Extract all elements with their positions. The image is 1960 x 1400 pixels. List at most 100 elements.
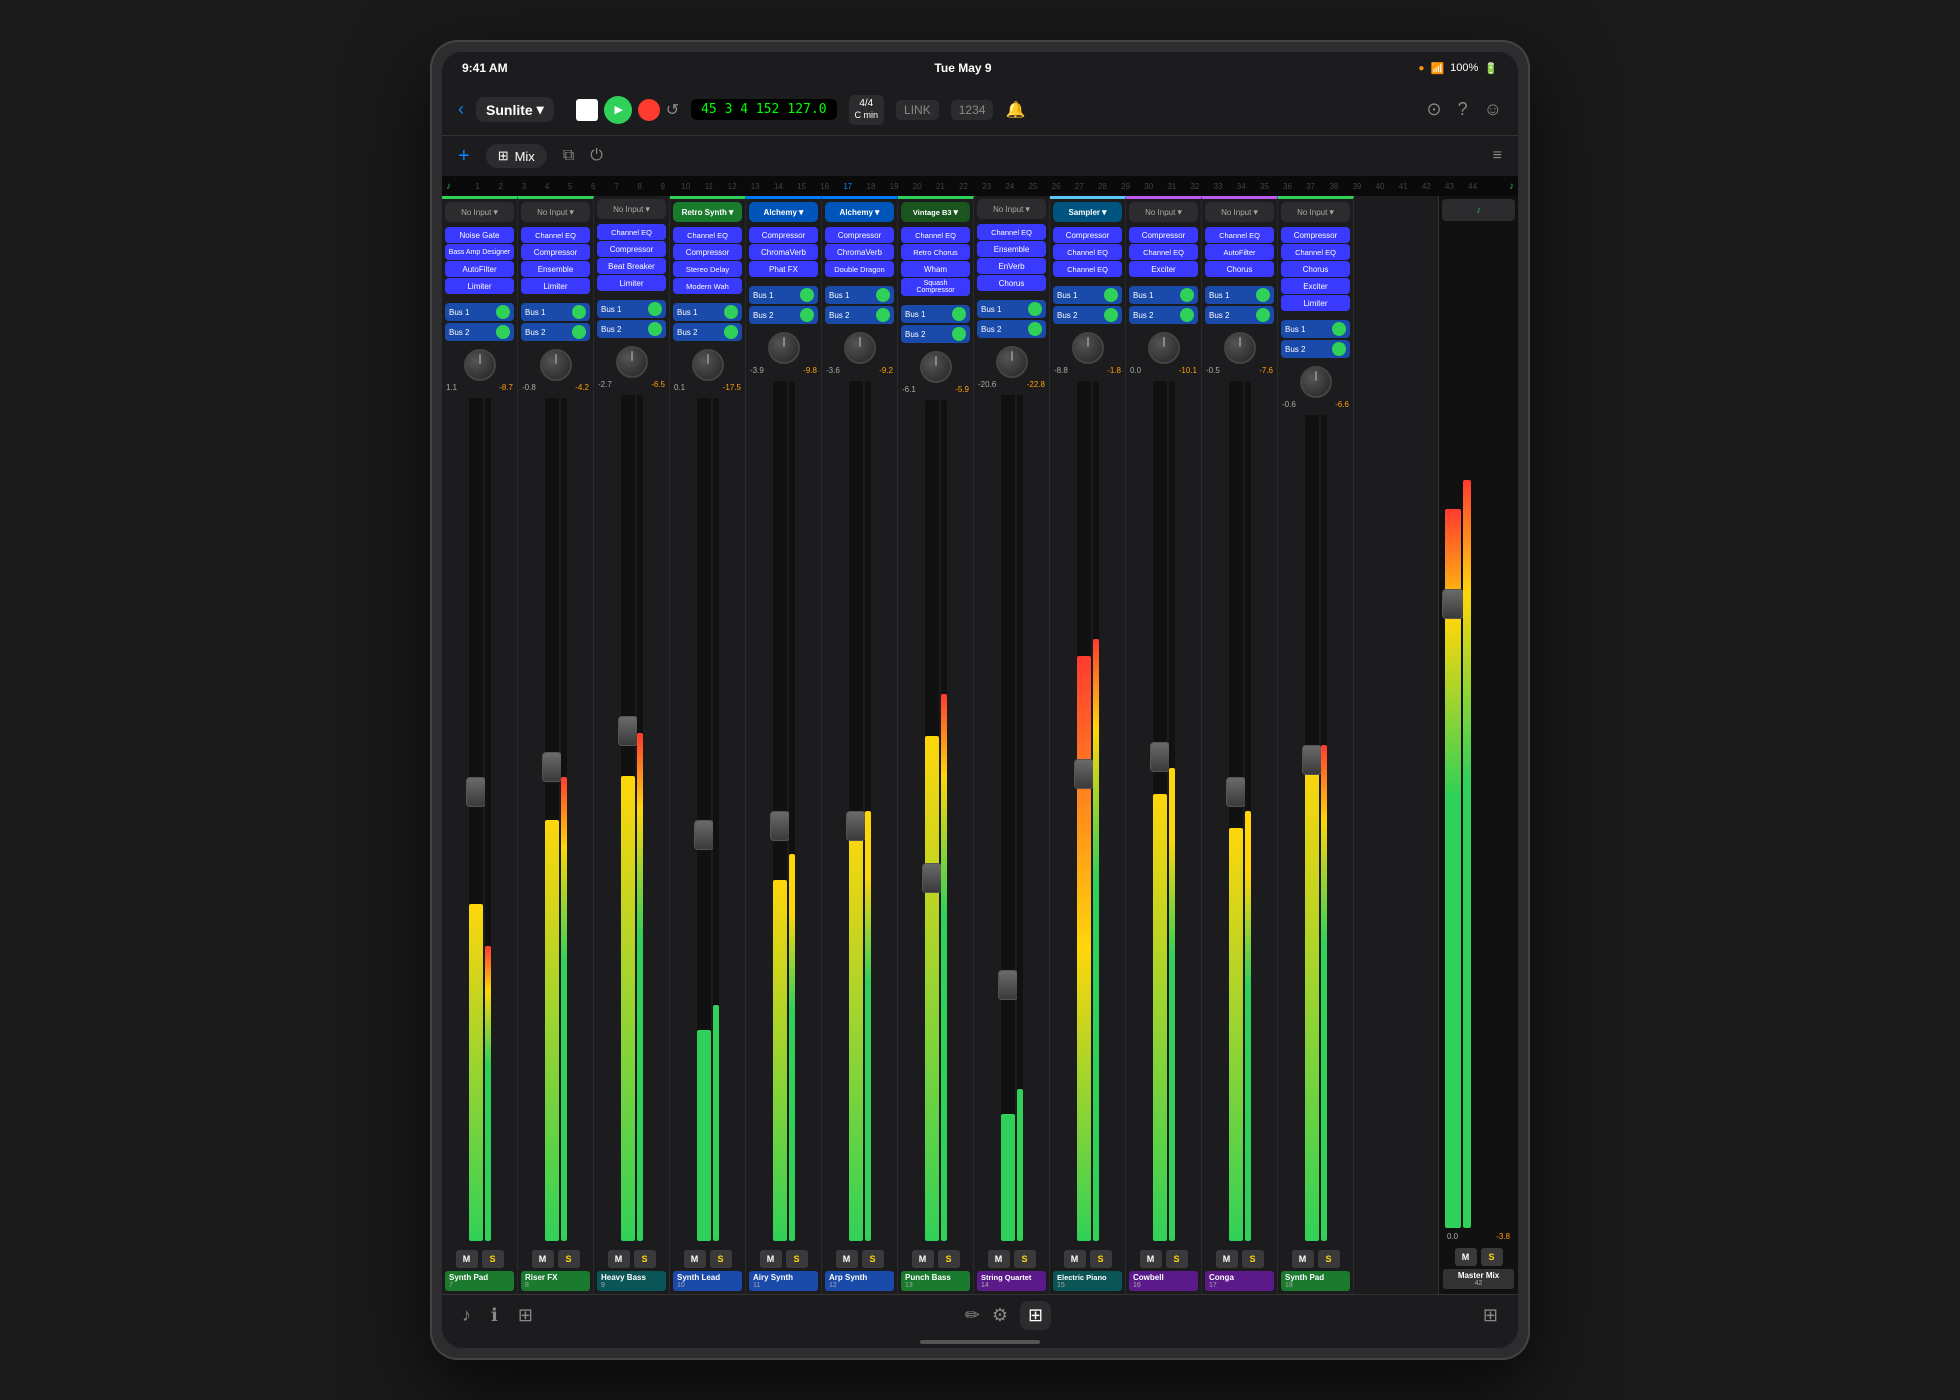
plugin-compressor[interactable]: Compressor: [749, 227, 818, 243]
plugin-channel-eq[interactable]: Channel EQ: [673, 227, 742, 243]
pan-knob-9[interactable]: [1072, 332, 1104, 364]
bus2-button-8[interactable]: Bus 2: [977, 320, 1046, 338]
fader-thumb-5[interactable]: [770, 811, 790, 841]
fader-thumb-7[interactable]: [922, 863, 942, 893]
pan-knob-5[interactable]: [768, 332, 800, 364]
plugin-channel-eq[interactable]: Channel EQ: [521, 227, 590, 243]
fader-thumb-11[interactable]: [1226, 777, 1246, 807]
plugin-modern-wah[interactable]: Modern Wah: [673, 278, 742, 294]
solo-button-9[interactable]: S: [1090, 1250, 1112, 1268]
plugin-squash-compressor[interactable]: Squash Compressor: [901, 278, 970, 296]
input-selector-4[interactable]: Retro Synth▾: [673, 202, 742, 222]
plugin-autofilter[interactable]: AutoFilter: [1205, 244, 1274, 260]
plugin-chromaverb[interactable]: ChromaVerb: [749, 244, 818, 260]
plugin-noise-gate[interactable]: Noise Gate: [445, 227, 514, 243]
settings-icon-bottom[interactable]: ⚙: [992, 1305, 1008, 1326]
plugin-chorus-2[interactable]: Chorus: [1281, 261, 1350, 277]
bus2-button-10[interactable]: Bus 2: [1129, 306, 1198, 324]
record-button[interactable]: [638, 99, 660, 121]
plugin-channel-eq[interactable]: Channel EQ: [597, 224, 666, 240]
cycle-button[interactable]: ↺: [666, 100, 679, 120]
library-icon[interactable]: ♪: [462, 1305, 471, 1326]
mute-button-12[interactable]: M: [1292, 1250, 1314, 1268]
master-fader-thumb[interactable]: [1442, 589, 1464, 619]
plugin-bass-amp[interactable]: Bass Amp Designer: [445, 244, 514, 260]
bus2-button-11[interactable]: Bus 2: [1205, 306, 1274, 324]
plugin-compressor[interactable]: Compressor: [1281, 227, 1350, 243]
plugin-beat-breaker[interactable]: Beat Breaker: [597, 258, 666, 274]
input-selector-5[interactable]: Alchemy▾: [749, 202, 818, 222]
project-name[interactable]: Sunlite ▾: [476, 97, 554, 122]
input-selector-1[interactable]: No Input▾: [445, 202, 514, 222]
bus1-button-4[interactable]: Bus 1: [673, 303, 742, 321]
plugin-limiter[interactable]: Limiter: [597, 275, 666, 291]
master-mute-button[interactable]: M: [1455, 1248, 1477, 1266]
settings-icon[interactable]: ☺: [1484, 99, 1502, 120]
keyboard-icon[interactable]: ⊞: [1483, 1305, 1498, 1325]
bus1-button-1[interactable]: Bus 1: [445, 303, 514, 321]
fader-thumb-1[interactable]: [466, 777, 486, 807]
fader-thumb-6[interactable]: [846, 811, 866, 841]
solo-button-5[interactable]: S: [786, 1250, 808, 1268]
plugin-autofilter[interactable]: AutoFilter: [445, 261, 514, 277]
pan-knob-8[interactable]: [996, 346, 1028, 378]
plugin-chromaverb[interactable]: ChromaVerb: [825, 244, 894, 260]
bus2-button-9[interactable]: Bus 2: [1053, 306, 1122, 324]
back-button[interactable]: ‹: [458, 99, 464, 120]
pan-knob-1[interactable]: [464, 349, 496, 381]
help-icon[interactable]: ?: [1458, 99, 1468, 120]
plugin-channel-eq[interactable]: Channel EQ: [977, 224, 1046, 240]
bus1-button-6[interactable]: Bus 1: [825, 286, 894, 304]
bus2-button-4[interactable]: Bus 2: [673, 323, 742, 341]
solo-button-7[interactable]: S: [938, 1250, 960, 1268]
fader-thumb-3[interactable]: [618, 716, 638, 746]
mute-button-3[interactable]: M: [608, 1250, 630, 1268]
bus1-button-11[interactable]: Bus 1: [1205, 286, 1274, 304]
solo-button-6[interactable]: S: [862, 1250, 884, 1268]
plugin-channel-eq[interactable]: Channel EQ: [901, 227, 970, 243]
plugin-limiter-2[interactable]: Limiter: [1281, 295, 1350, 311]
input-selector-12[interactable]: No Input▾: [1281, 202, 1350, 222]
mute-button-10[interactable]: M: [1140, 1250, 1162, 1268]
solo-button-4[interactable]: S: [710, 1250, 732, 1268]
bus2-button-7[interactable]: Bus 2: [901, 325, 970, 343]
mute-button-1[interactable]: M: [456, 1250, 478, 1268]
bus1-button-8[interactable]: Bus 1: [977, 300, 1046, 318]
plugin-phat-fx[interactable]: Phat FX: [749, 261, 818, 277]
count-in-button[interactable]: 1234: [951, 100, 994, 120]
solo-button-2[interactable]: S: [558, 1250, 580, 1268]
pan-knob-4[interactable]: [692, 349, 724, 381]
pan-knob-7[interactable]: [920, 351, 952, 383]
plugin-chorus[interactable]: Chorus: [977, 275, 1046, 291]
solo-button-8[interactable]: S: [1014, 1250, 1036, 1268]
plugin-limiter[interactable]: Limiter: [445, 278, 514, 294]
plugin-wham[interactable]: Wham: [901, 261, 970, 277]
plugin-compressor[interactable]: Compressor: [825, 227, 894, 243]
plugin-channel-eq[interactable]: Channel EQ: [1129, 244, 1198, 260]
play-button[interactable]: [604, 96, 632, 124]
pencil-icon[interactable]: ✏: [965, 1305, 980, 1326]
mix-view-icon[interactable]: ⊞: [1020, 1301, 1051, 1330]
bus2-button-5[interactable]: Bus 2: [749, 306, 818, 324]
bus2-button-6[interactable]: Bus 2: [825, 306, 894, 324]
plugin-compressor[interactable]: Compressor: [1129, 227, 1198, 243]
plugin-exciter-2[interactable]: Exciter: [1281, 278, 1350, 294]
mute-button-9[interactable]: M: [1064, 1250, 1086, 1268]
input-selector-6[interactable]: Alchemy▾: [825, 202, 894, 222]
input-selector-2[interactable]: No Input▾: [521, 202, 590, 222]
plugin-double-dragon[interactable]: Double Dragon: [825, 261, 894, 277]
plugin-stereo-delay[interactable]: Stereo Delay: [673, 261, 742, 277]
bus2-button-3[interactable]: Bus 2: [597, 320, 666, 338]
master-solo-button[interactable]: S: [1481, 1248, 1503, 1266]
tracks-view-icon[interactable]: ⊞: [518, 1305, 533, 1326]
input-selector-3[interactable]: No Input▾: [597, 199, 666, 219]
add-track-button[interactable]: +: [458, 145, 470, 168]
bus1-button-9[interactable]: Bus 1: [1053, 286, 1122, 304]
solo-button-11[interactable]: S: [1242, 1250, 1264, 1268]
fader-thumb-9[interactable]: [1074, 759, 1094, 789]
input-selector-8[interactable]: No Input▾: [977, 199, 1046, 219]
plugin-channel-eq[interactable]: Channel EQ: [1205, 227, 1274, 243]
pan-knob-10[interactable]: [1148, 332, 1180, 364]
stop-button[interactable]: [576, 99, 598, 121]
bus1-button-12[interactable]: Bus 1: [1281, 320, 1350, 338]
